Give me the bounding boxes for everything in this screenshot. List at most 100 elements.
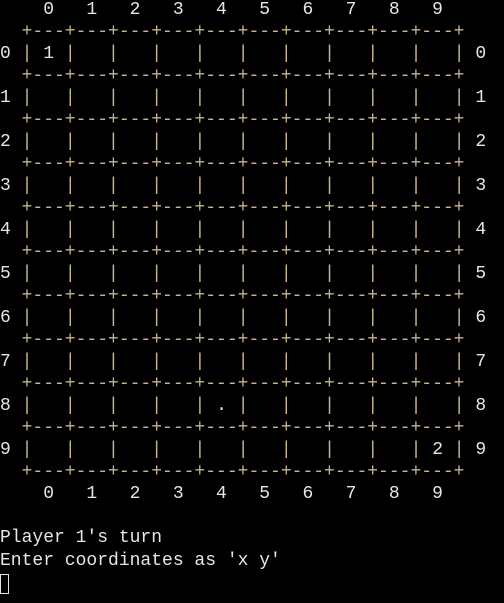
board-cell[interactable] xyxy=(32,220,64,240)
board-cell[interactable] xyxy=(378,88,410,108)
board-cell[interactable] xyxy=(335,176,367,196)
board-cell[interactable] xyxy=(205,44,237,64)
board-cell[interactable] xyxy=(378,396,410,416)
board-cell[interactable] xyxy=(421,396,453,416)
board-cell[interactable] xyxy=(205,176,237,196)
board-cell[interactable] xyxy=(421,88,453,108)
board-cell[interactable] xyxy=(378,44,410,64)
board-cell[interactable] xyxy=(292,352,324,372)
board-cell[interactable] xyxy=(119,220,151,240)
board-cell[interactable] xyxy=(76,396,108,416)
board-cell[interactable] xyxy=(378,132,410,152)
board-cell[interactable] xyxy=(421,264,453,284)
board-cell[interactable] xyxy=(32,440,64,460)
board-cell[interactable] xyxy=(249,220,281,240)
board-cell[interactable] xyxy=(292,88,324,108)
board-cell[interactable] xyxy=(205,220,237,240)
board-cell[interactable] xyxy=(335,308,367,328)
board-cell[interactable] xyxy=(335,44,367,64)
board-cell[interactable] xyxy=(162,44,194,64)
board-cell[interactable] xyxy=(32,352,64,372)
board-cell[interactable] xyxy=(162,396,194,416)
board-cell[interactable] xyxy=(421,176,453,196)
board-cell[interactable] xyxy=(162,352,194,372)
board-cell[interactable] xyxy=(76,220,108,240)
board-cell[interactable] xyxy=(249,308,281,328)
board-cell[interactable] xyxy=(76,88,108,108)
board-cell[interactable] xyxy=(249,132,281,152)
board-cell[interactable] xyxy=(205,440,237,460)
board-cell[interactable] xyxy=(421,352,453,372)
board-cell[interactable] xyxy=(335,396,367,416)
board-cell[interactable] xyxy=(162,440,194,460)
board-cell[interactable] xyxy=(162,176,194,196)
board-cell[interactable] xyxy=(162,132,194,152)
board-cell[interactable] xyxy=(292,308,324,328)
board-cell[interactable] xyxy=(292,220,324,240)
board-cell[interactable] xyxy=(119,176,151,196)
board-cell[interactable] xyxy=(335,352,367,372)
board-cell[interactable] xyxy=(421,44,453,64)
board-cell[interactable] xyxy=(205,352,237,372)
board-cell[interactable] xyxy=(76,44,108,64)
board-cell[interactable] xyxy=(378,352,410,372)
board-cell[interactable] xyxy=(378,220,410,240)
board-cell[interactable] xyxy=(76,352,108,372)
board-cell[interactable] xyxy=(119,44,151,64)
board-cell[interactable] xyxy=(249,396,281,416)
board-cell[interactable] xyxy=(335,132,367,152)
board-cell[interactable] xyxy=(119,88,151,108)
board-cell[interactable] xyxy=(119,352,151,372)
board-cell[interactable] xyxy=(32,88,64,108)
board-cell[interactable] xyxy=(335,264,367,284)
board-cell[interactable] xyxy=(205,132,237,152)
board-cell[interactable] xyxy=(119,440,151,460)
board-cell[interactable] xyxy=(421,220,453,240)
board-cell[interactable] xyxy=(378,308,410,328)
board-cell[interactable] xyxy=(335,88,367,108)
board-cell[interactable]: . xyxy=(205,396,237,416)
board-cell[interactable] xyxy=(205,264,237,284)
board-cell[interactable] xyxy=(378,264,410,284)
board-cell[interactable] xyxy=(162,264,194,284)
board-cell[interactable] xyxy=(119,264,151,284)
board-cell[interactable] xyxy=(162,88,194,108)
board-cell[interactable] xyxy=(119,308,151,328)
board-cell[interactable] xyxy=(249,264,281,284)
board-cell[interactable] xyxy=(421,132,453,152)
board-cell[interactable] xyxy=(421,308,453,328)
board-cell[interactable] xyxy=(76,440,108,460)
board-cell[interactable]: 2 xyxy=(421,440,453,460)
board-cell[interactable] xyxy=(292,132,324,152)
board-cell[interactable] xyxy=(76,132,108,152)
board-cell[interactable] xyxy=(292,176,324,196)
board-cell[interactable] xyxy=(292,440,324,460)
board-cell[interactable] xyxy=(292,44,324,64)
board-cell[interactable] xyxy=(292,396,324,416)
text-cursor[interactable] xyxy=(0,574,9,594)
board-cell[interactable] xyxy=(32,308,64,328)
board-cell[interactable] xyxy=(335,220,367,240)
board-cell[interactable] xyxy=(32,176,64,196)
board-cell[interactable] xyxy=(335,440,367,460)
board-cell[interactable] xyxy=(205,308,237,328)
board-cell[interactable] xyxy=(292,264,324,284)
board-cell[interactable] xyxy=(249,88,281,108)
board-cell[interactable] xyxy=(119,396,151,416)
board-cell[interactable]: 1 xyxy=(32,44,64,64)
board-cell[interactable] xyxy=(32,396,64,416)
board-cell[interactable] xyxy=(249,44,281,64)
board-cell[interactable] xyxy=(205,88,237,108)
board-cell[interactable] xyxy=(378,176,410,196)
board-cell[interactable] xyxy=(249,440,281,460)
board-cell[interactable] xyxy=(378,440,410,460)
board-cell[interactable] xyxy=(76,176,108,196)
board-cell[interactable] xyxy=(162,308,194,328)
board-cell[interactable] xyxy=(249,352,281,372)
board-cell[interactable] xyxy=(76,308,108,328)
board-cell[interactable] xyxy=(249,176,281,196)
board-cell[interactable] xyxy=(162,220,194,240)
board-cell[interactable] xyxy=(76,264,108,284)
board-cell[interactable] xyxy=(32,264,64,284)
board-cell[interactable] xyxy=(32,132,64,152)
